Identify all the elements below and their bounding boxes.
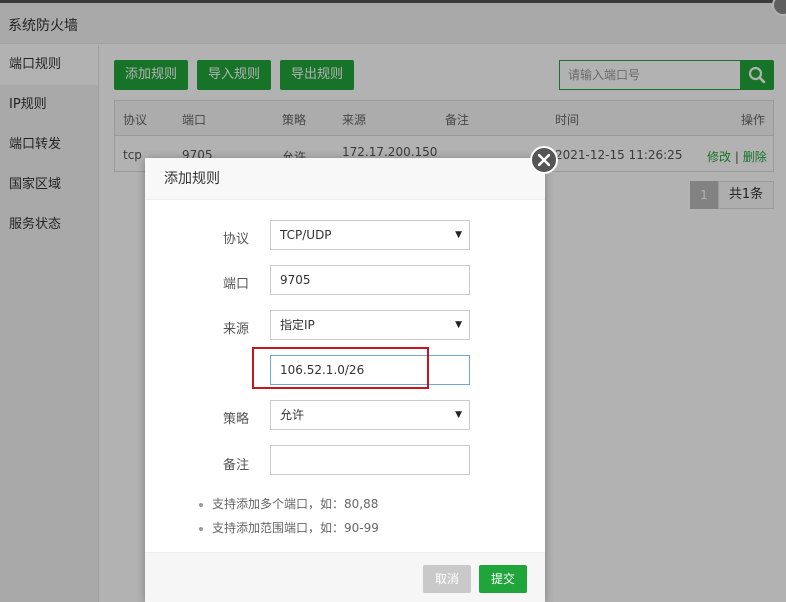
port-input[interactable]: 9705 (270, 265, 470, 295)
dropdown-caret-icon: ▼ (455, 320, 462, 330)
cancel-button[interactable]: 取消 (423, 565, 471, 593)
bullet-icon (199, 526, 203, 531)
tip-item: 支持添加多个端口，如：80,88 (199, 495, 378, 512)
add-rule-dialog: 添加规则 协议 TCP/UDP ▼ 端口 9705 来源 指定IP ▼ 106.… (145, 146, 558, 602)
note-input[interactable] (270, 445, 470, 475)
submit-button[interactable]: 提交 (479, 565, 527, 593)
protocol-label: 协议 (222, 232, 249, 247)
tip-text: 支持添加多个端口，如：80,88 (212, 497, 379, 511)
policy-select-value: 允许 (280, 408, 305, 422)
tip-item: 支持添加范围端口，如：90-99 (199, 519, 379, 536)
tip-text: 支持添加范围端口，如：90-99 (212, 521, 379, 535)
dialog-footer: 取消 提交 (145, 552, 545, 602)
source-select-value: 指定IP (280, 318, 315, 332)
bullet-icon (199, 502, 203, 507)
note-label: 备注 (222, 458, 249, 473)
policy-select[interactable]: 允许 ▼ (270, 400, 470, 430)
dropdown-caret-icon: ▼ (455, 410, 462, 420)
dialog-title: 添加规则 (145, 158, 545, 200)
port-label: 端口 (222, 277, 249, 292)
protocol-select-value: TCP/UDP (280, 228, 332, 242)
dropdown-caret-icon: ▼ (455, 230, 462, 240)
close-icon (537, 153, 551, 167)
source-label: 来源 (222, 322, 249, 337)
highlight-annotation-box (252, 347, 429, 389)
protocol-select[interactable]: TCP/UDP ▼ (270, 220, 470, 250)
source-select[interactable]: 指定IP ▼ (270, 310, 470, 340)
policy-label: 策略 (222, 412, 249, 427)
dialog-close-button[interactable] (530, 146, 558, 174)
